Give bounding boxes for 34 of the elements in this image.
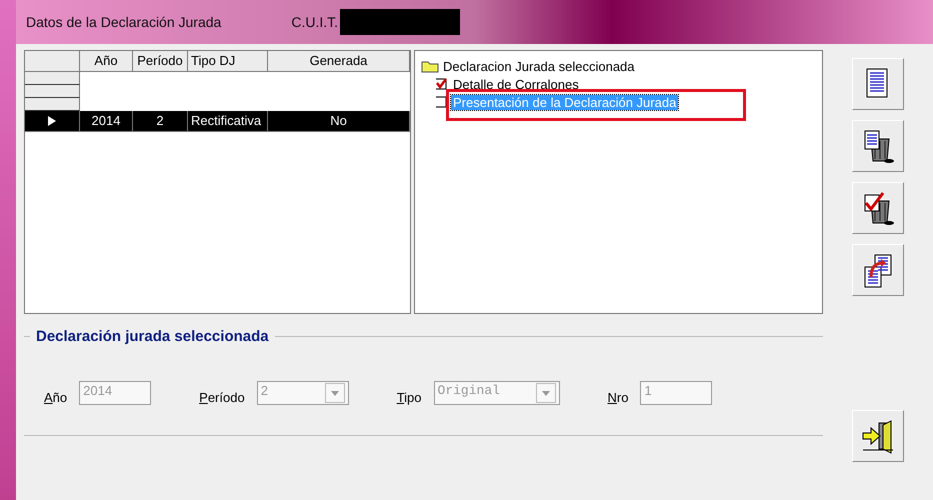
row-header[interactable] — [25, 85, 80, 98]
dropdown-arrow-icon — [542, 390, 550, 396]
exit-button[interactable] — [852, 410, 904, 462]
dropdown-value: 2 — [260, 383, 268, 398]
column-header[interactable]: Generada — [268, 51, 410, 72]
dropdown-value: Original — [438, 383, 500, 398]
check-delete-button[interactable] — [852, 182, 904, 234]
checkbox[interactable] — [435, 96, 447, 108]
table-cell: 2 — [156, 113, 164, 128]
delete-button[interactable] — [852, 120, 904, 172]
copy-button[interactable] — [852, 244, 904, 296]
document-button[interactable] — [852, 58, 904, 110]
row-header[interactable] — [25, 72, 80, 85]
window-title: Datos de la Declaración Jurada — [26, 14, 222, 30]
row-header[interactable] — [25, 98, 80, 111]
table-cell: 2014 — [92, 113, 120, 128]
group-title: Declaración jurada seleccionada — [35, 328, 270, 345]
tree-item[interactable]: Detalle de Corralones — [451, 76, 581, 92]
folder-icon — [421, 59, 439, 73]
field-label: Tipo — [396, 390, 422, 404]
check-icon[interactable] — [435, 78, 447, 90]
field-label: Año — [44, 390, 68, 404]
table-cell: No — [330, 113, 347, 128]
row-pointer-icon — [48, 116, 56, 126]
cuit-label: C.U.I.T. — [291, 14, 338, 30]
column-header[interactable]: Tipo DJ — [188, 51, 268, 72]
table-cell: Rectificativa — [191, 113, 262, 128]
field-label: Período — [199, 390, 245, 404]
column-header[interactable]: Período — [133, 51, 188, 72]
column-header[interactable]: Año — [80, 51, 133, 72]
tree-item[interactable]: Declaracion Jurada seleccionada — [443, 58, 635, 74]
table-row[interactable]: 2014 2 Rectificativa No — [25, 111, 410, 132]
field-label: Nro — [608, 390, 628, 404]
dropdown-arrow-icon — [330, 390, 339, 396]
